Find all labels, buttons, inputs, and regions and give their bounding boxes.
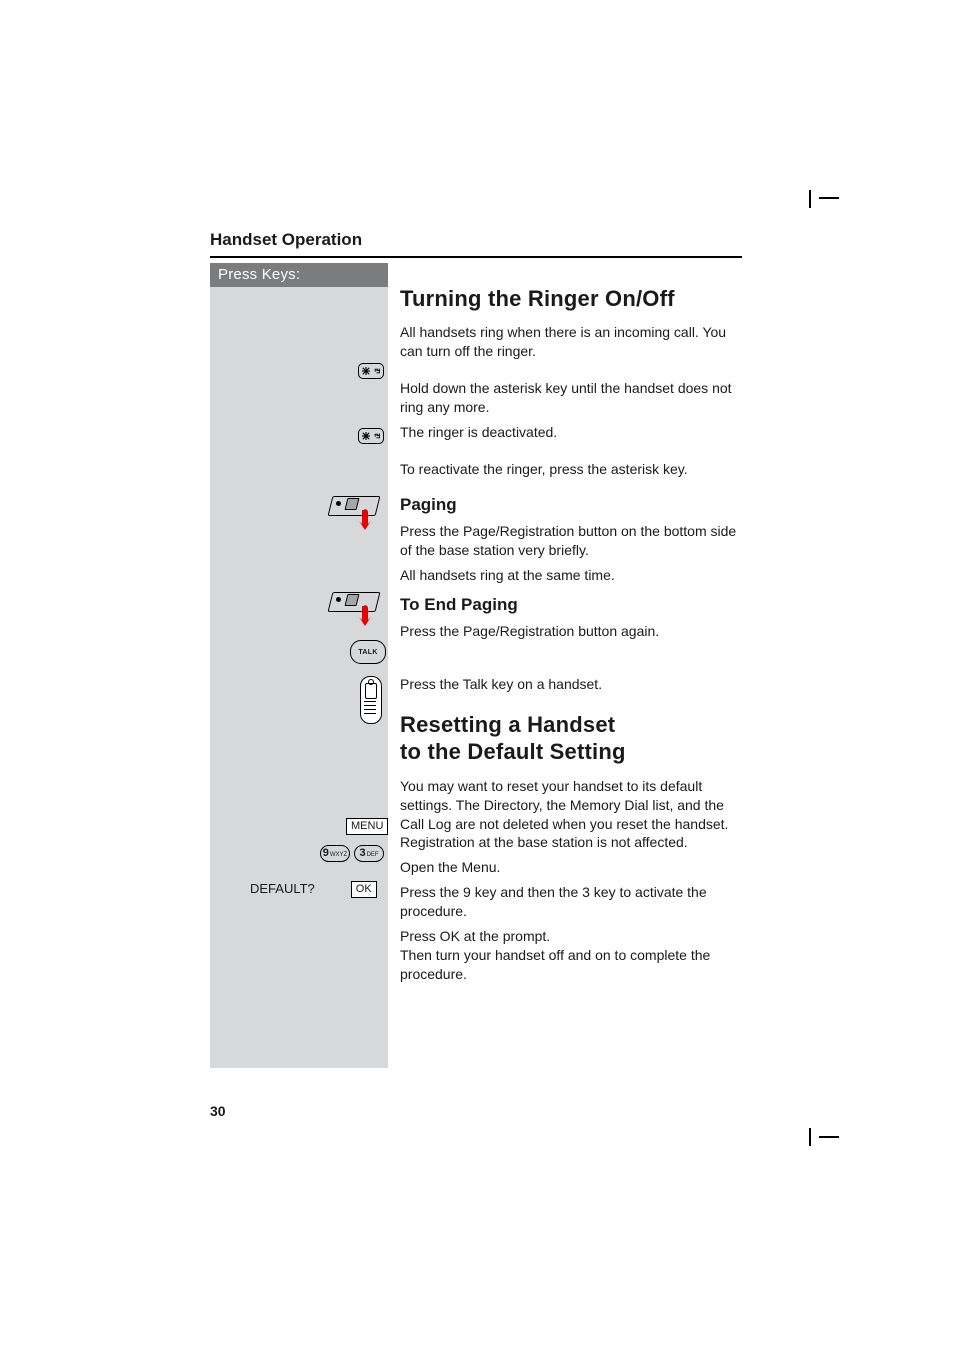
reset-intro: You may want to reset your handset to it…	[400, 777, 742, 853]
paging-all-ring: All handsets ring at the same time.	[400, 566, 742, 585]
key-9-icon: 9WXYZ	[320, 845, 350, 862]
reset-open-menu: Open the Menu.	[400, 858, 742, 877]
talk-key-icon: TALK	[350, 640, 386, 664]
asterisk-key-icon	[358, 428, 384, 444]
page-number: 30	[210, 1103, 226, 1119]
paging-press: Press the Page/Registration button on th…	[400, 522, 742, 560]
ringer-heading: Turning the Ringer On/Off	[400, 286, 742, 311]
menu-label-text: MENU	[346, 818, 388, 835]
press-keys-header: Press Keys:	[210, 263, 388, 287]
reset-press-ok: Press OK at the prompt. Then turn your h…	[400, 927, 742, 984]
section-title: Handset Operation	[210, 230, 362, 250]
asterisk-key-shape	[358, 363, 384, 379]
key-9-letters: WXYZ	[330, 852, 347, 858]
manual-page: Handset Operation Press Keys:	[0, 0, 954, 1351]
crop-mark-top-right	[809, 190, 839, 208]
ringer-intro: All handsets ring when there is an incom…	[400, 323, 742, 361]
ringer-deactivated: The ringer is deactivated.	[400, 423, 742, 442]
end-paging-press-talk: Press the Talk key on a handset.	[400, 675, 742, 694]
base-station-icon	[330, 588, 382, 624]
base-station-icon	[330, 492, 382, 528]
crop-mark-bottom-right	[809, 1128, 839, 1146]
default-ok-row: DEFAULT? OK	[250, 881, 377, 898]
key-3-icon: 3DEF	[354, 845, 384, 862]
reset-press-93: Press the 9 key and then the 3 key to ac…	[400, 883, 742, 921]
talk-key-shape: TALK	[350, 640, 386, 664]
talk-key-label: TALK	[358, 649, 377, 656]
ringer-hold-down: Hold down the asterisk key until the han…	[400, 379, 742, 417]
key-3-letters: DEF	[367, 852, 379, 858]
reset-heading-2: to the Default Setting	[400, 739, 742, 764]
default-prompt-text: DEFAULT?	[250, 881, 315, 896]
num-keys-row: 9WXYZ 3DEF	[320, 845, 384, 862]
paging-heading: Paging	[400, 495, 742, 515]
key-9-digit: 9	[323, 847, 329, 859]
key-3-digit: 3	[359, 847, 365, 859]
right-column: Turning the Ringer On/Off All handsets r…	[400, 286, 742, 990]
reset-heading-1: Resetting a Handset	[400, 712, 742, 737]
handset-icon	[360, 676, 382, 724]
pointer-arrow-icon	[358, 604, 370, 622]
ringer-reactivate: To reactivate the ringer, press the aste…	[400, 460, 742, 479]
asterisk-key-shape	[358, 428, 384, 444]
left-column-bg	[210, 263, 388, 1068]
horizontal-rule	[210, 256, 742, 258]
end-paging-press-again: Press the Page/Registration button again…	[400, 622, 742, 641]
asterisk-key-icon	[358, 363, 384, 379]
ok-softkey-label: OK	[351, 881, 377, 898]
pointer-arrow-icon	[358, 508, 370, 526]
menu-softkey-label: MENU	[346, 816, 388, 835]
end-paging-heading: To End Paging	[400, 595, 742, 615]
